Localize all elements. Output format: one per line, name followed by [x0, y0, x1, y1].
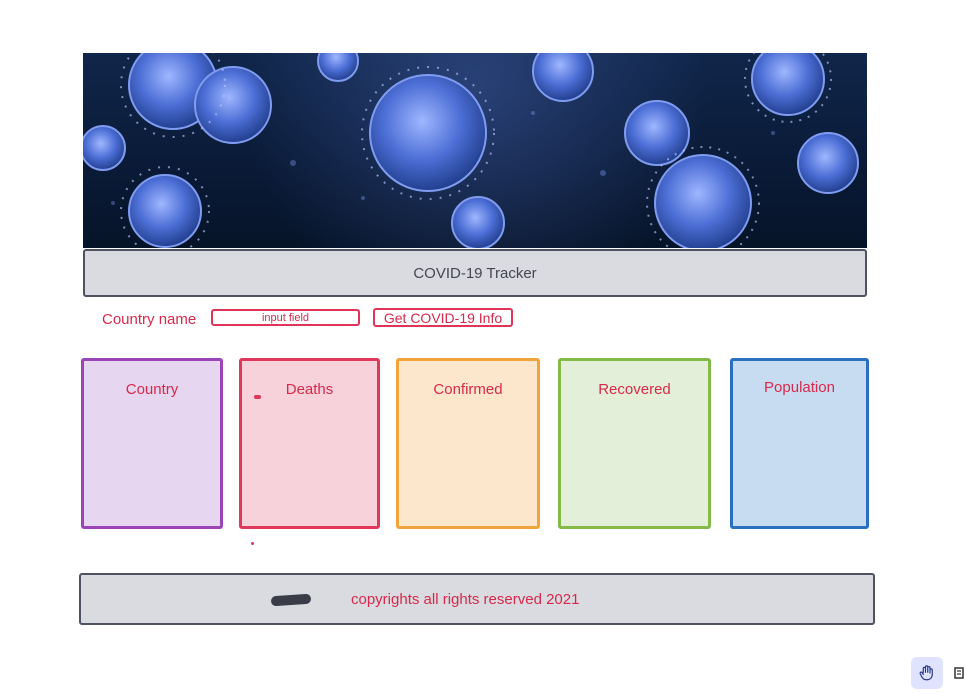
card-deaths: Deaths: [239, 358, 380, 529]
country-input-placeholder: input field: [261, 311, 310, 324]
scribble-mark: [270, 593, 312, 607]
card-population: Population: [730, 358, 869, 529]
footer-copyright: copyrights all rights reserved 2021: [351, 591, 580, 608]
card-recovered-label: Recovered: [598, 381, 671, 398]
card-country: Country: [81, 358, 223, 529]
select-icon: [954, 667, 964, 679]
title-bar: COVID-19 Tracker: [83, 249, 867, 297]
sketch-dot: [251, 542, 254, 545]
page-title: COVID-19 Tracker: [413, 264, 537, 282]
card-recovered: Recovered: [558, 358, 711, 529]
virus-illustration: [83, 53, 859, 248]
get-covid-info-label: Get COVID-19 Info: [383, 309, 503, 326]
card-population-label: Population: [764, 379, 835, 396]
card-country-label: Country: [125, 381, 179, 398]
footer: copyrights all rights reserved 2021: [79, 573, 875, 625]
hand-tool-button[interactable]: [911, 657, 943, 689]
country-input[interactable]: input field: [211, 309, 360, 326]
card-confirmed-label: Confirmed: [433, 381, 503, 398]
hero-image: [83, 53, 867, 248]
card-confirmed: Confirmed: [396, 358, 540, 529]
select-tool-button[interactable]: [953, 663, 965, 683]
get-covid-info-button[interactable]: Get COVID-19 Info: [373, 308, 513, 327]
sketch-dot: [254, 395, 261, 399]
country-name-label: Country name: [102, 311, 197, 328]
card-deaths-label: Deaths: [285, 381, 334, 398]
hand-icon: [919, 665, 933, 681]
